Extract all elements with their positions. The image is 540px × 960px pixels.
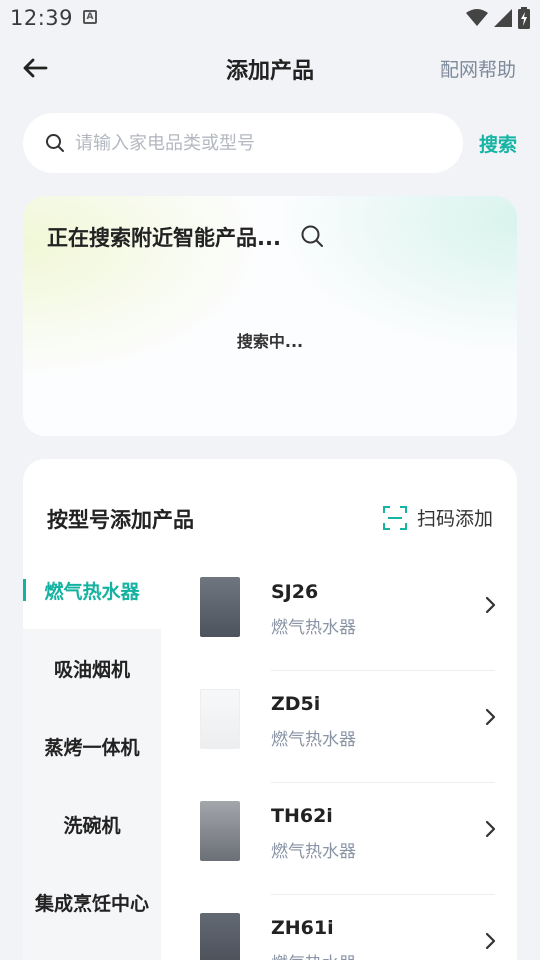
product-category: 燃气热水器 [271, 949, 356, 960]
searching-status: 搜索中... [236, 332, 304, 351]
product-item[interactable]: SJ26 燃气热水器 [161, 559, 517, 671]
scan-add-button[interactable]: 扫码添加 [382, 504, 493, 531]
header: 添加产品 配网帮助 [0, 40, 540, 96]
product-category: 燃气热水器 [271, 730, 356, 750]
product-name: TH62i [271, 805, 333, 827]
category-label: 集成烹饪中心 [34, 892, 149, 915]
category-item-dishwasher[interactable]: 洗碗机 [23, 785, 161, 863]
chevron-right-icon [485, 596, 496, 614]
search-icon [301, 225, 323, 247]
scan-icon [382, 505, 407, 530]
product-image [200, 801, 240, 861]
category-label: 洗碗机 [63, 814, 121, 837]
product-category: 燃气热水器 [271, 842, 356, 862]
chevron-right-icon [485, 820, 496, 838]
category-item-cooking-center[interactable]: 集成烹饪中心 [23, 863, 161, 941]
category-label: 燃气热水器 [44, 580, 140, 603]
add-by-model-card: 按型号添加产品 扫码添加 燃气热水器 吸油烟机 蒸烤一体机 洗碗机 集成烹饪中心… [23, 459, 517, 960]
search-box [23, 113, 463, 173]
search-input[interactable] [75, 129, 445, 157]
add-by-model-title: 按型号添加产品 [47, 508, 194, 532]
product-item[interactable]: ZH61i 燃气热水器 [161, 895, 517, 960]
search-button[interactable]: 搜索 [479, 130, 517, 157]
category-label: 吸油烟机 [53, 658, 130, 681]
category-label: 蒸烤一体机 [44, 736, 140, 759]
chevron-right-icon [485, 708, 496, 726]
battery-icon [518, 7, 530, 29]
status-bar: 12:39 A [0, 0, 540, 36]
category-item-gas-water-heater[interactable]: 燃气热水器 [23, 551, 161, 629]
product-image [200, 577, 240, 637]
wifi-icon [466, 9, 488, 26]
product-name: SJ26 [271, 581, 319, 603]
product-category: 燃气热水器 [271, 618, 356, 638]
nearby-search-title: 正在搜索附近智能产品... [47, 226, 281, 250]
product-item[interactable]: ZD5i 燃气热水器 [161, 671, 517, 783]
signal-icon [494, 9, 512, 27]
product-image [200, 689, 240, 749]
product-name: ZH61i [271, 917, 334, 939]
nearby-search-card: 正在搜索附近智能产品... 搜索中... [23, 196, 517, 436]
search-icon [46, 134, 64, 152]
product-item[interactable]: TH62i 燃气热水器 [161, 783, 517, 895]
category-item-range-hood[interactable]: 吸油烟机 [23, 629, 161, 707]
chevron-right-icon [485, 932, 496, 950]
status-time: 12:39 [10, 6, 74, 30]
product-name: ZD5i [271, 693, 321, 715]
scan-add-label: 扫码添加 [416, 508, 493, 530]
product-image [200, 913, 240, 960]
status-icons [466, 7, 530, 29]
a-box-icon: A [83, 10, 97, 24]
category-item-steam-oven[interactable]: 蒸烤一体机 [23, 707, 161, 785]
network-help-link[interactable]: 配网帮助 [440, 55, 516, 82]
category-list: 燃气热水器 吸油烟机 蒸烤一体机 洗碗机 集成烹饪中心 [23, 551, 161, 960]
active-indicator [23, 579, 26, 601]
